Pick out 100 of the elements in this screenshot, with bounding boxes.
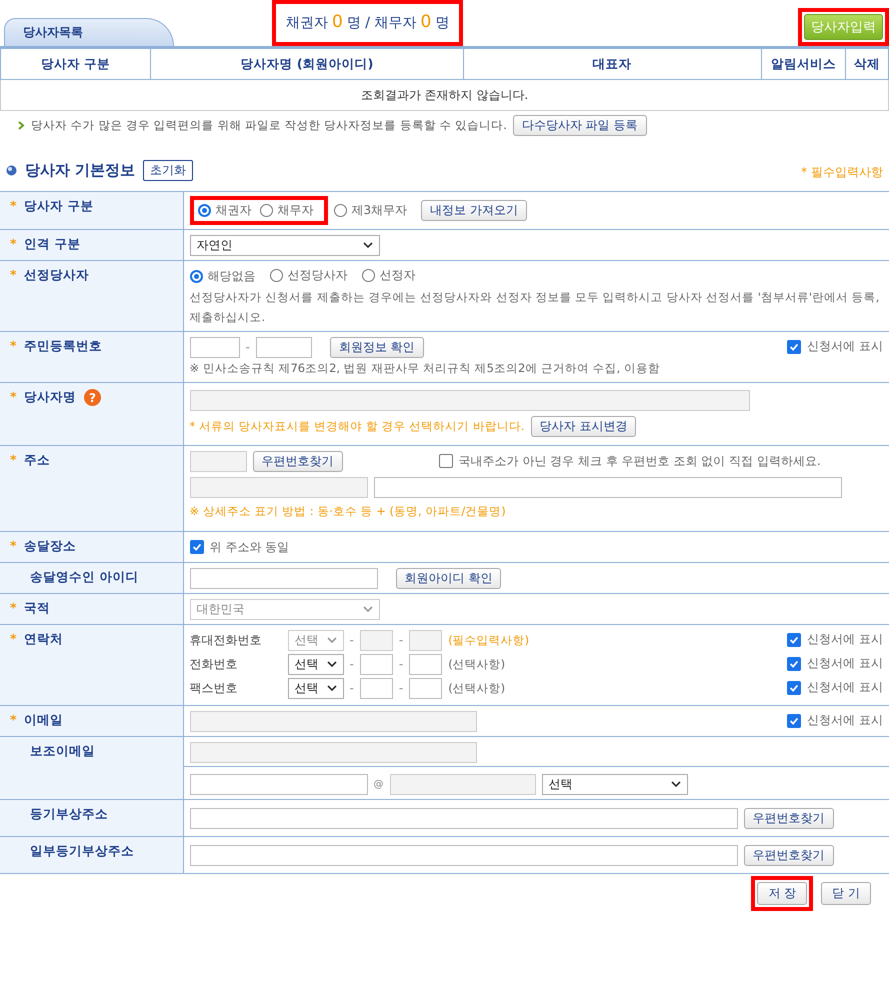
input-field[interactable]: [190, 336, 240, 358]
column-header: 대표자: [463, 49, 762, 80]
radio-button[interactable]: [198, 204, 210, 217]
input-field[interactable]: [409, 630, 442, 650]
chevron-down-icon: [326, 661, 336, 667]
action-button[interactable]: 우편번호찾기: [744, 808, 834, 828]
field-label: 팩스번호: [190, 680, 238, 696]
radio-option[interactable]: 선정자: [362, 267, 416, 284]
radio-option[interactable]: 제3채무자: [334, 202, 408, 218]
footer-button[interactable]: 저 장: [757, 882, 808, 905]
dropdown[interactable]: 선택: [288, 678, 344, 698]
dash: -: [246, 340, 250, 354]
radio-button[interactable]: [334, 204, 346, 216]
dropdown[interactable]: 선택: [288, 654, 344, 674]
field-label: 휴대전화번호: [190, 632, 262, 648]
checkbox[interactable]: [787, 680, 802, 695]
chevron-down-icon: [326, 637, 336, 643]
checkbox[interactable]: [787, 656, 802, 671]
dropdown[interactable]: 자연인: [190, 234, 380, 256]
dash: -: [350, 633, 354, 647]
input-field[interactable]: [190, 476, 368, 498]
required-mark: *: [10, 236, 16, 251]
dash: -: [350, 657, 354, 671]
radio-button[interactable]: [270, 269, 282, 282]
column-header: 당사자 구분: [0, 49, 150, 80]
radio-button[interactable]: [190, 270, 202, 282]
required-mark: *: [10, 631, 16, 646]
field-label: 주민등록번호: [24, 338, 102, 353]
checkbox[interactable]: [787, 340, 802, 354]
radio-option[interactable]: 채권자: [198, 202, 252, 219]
input-field[interactable]: [190, 844, 738, 866]
dash: -: [350, 681, 354, 695]
hint-text: (필수입력사항): [448, 632, 530, 649]
action-button[interactable]: 다수당사자 파일 등록: [512, 115, 647, 136]
field-label: 선정당사자: [24, 267, 89, 282]
chevron-down-icon: [362, 242, 372, 248]
checkbox-label[interactable]: 신청서에 표시: [787, 338, 883, 356]
radio-button[interactable]: [362, 269, 374, 282]
required-mark: *: [10, 600, 16, 615]
input-field[interactable]: [256, 336, 312, 358]
field-label: 보조이메일: [30, 743, 95, 758]
input-field[interactable]: [190, 774, 368, 794]
required-mark: *: [10, 338, 16, 353]
input-field[interactable]: [190, 710, 476, 732]
action-button[interactable]: 회원아이디 확인: [396, 568, 502, 588]
checkbox[interactable]: [190, 540, 204, 554]
radio-option[interactable]: 채무자: [260, 202, 314, 219]
input-field[interactable]: [190, 808, 738, 828]
dropdown[interactable]: 선택: [542, 774, 688, 794]
input-field[interactable]: [360, 630, 393, 650]
dash: -: [398, 681, 404, 695]
field-label: 전화번호: [190, 656, 238, 672]
dash: -: [398, 657, 404, 671]
required-mark: *: [10, 538, 16, 553]
input-field[interactable]: [390, 774, 536, 794]
input-field[interactable]: [190, 390, 750, 410]
radio-option[interactable]: 선정당사자: [270, 267, 348, 284]
field-label: 송달장소: [24, 538, 76, 553]
input-field[interactable]: [409, 654, 442, 674]
input-field[interactable]: [409, 678, 442, 698]
checkbox[interactable]: [438, 454, 452, 468]
required-mark: *: [10, 389, 16, 404]
input-field[interactable]: [190, 568, 378, 588]
required-mark: *: [10, 267, 16, 282]
info-note: ※ 민사소송규칙 제76조의2, 법원 재판사무 처리규칙 제5조의2에 근거하여 수집, 이용함: [190, 360, 661, 377]
warning-note: ※ 상세주소 표기 방법 : 동·호수 등 + (동명, 아파트/건물명): [190, 503, 507, 520]
action-button[interactable]: 우편번호찾기: [744, 844, 834, 866]
action-button[interactable]: 회원정보 확인: [330, 336, 424, 358]
column-header: 삭제: [846, 49, 888, 80]
action-button[interactable]: 내정보 가져오기: [421, 200, 527, 221]
input-field[interactable]: [360, 678, 393, 698]
checkbox-label[interactable]: 국내주소가 아닌 경우 체크 후 우편번호 조회 없이 직접 입력하세요.: [438, 452, 821, 470]
reset-button[interactable]: 초기화: [143, 160, 194, 181]
hint-text: (선택사항): [448, 680, 506, 697]
help-icon[interactable]: ?: [84, 389, 101, 406]
input-field[interactable]: [374, 476, 842, 498]
chevron-down-icon: [362, 606, 372, 612]
action-button[interactable]: 우편번호찾기: [252, 450, 342, 472]
field-label: 일부등기부상주소: [30, 843, 134, 858]
checkbox-label[interactable]: 신청서에 표시: [787, 679, 883, 696]
list-tab[interactable]: 당사자목록: [4, 18, 174, 46]
radio-button[interactable]: [260, 204, 272, 217]
dash: -: [398, 633, 404, 647]
action-button[interactable]: 당사자 표시변경: [530, 416, 636, 436]
radio-option[interactable]: 해당없음: [190, 268, 256, 284]
input-field[interactable]: [190, 450, 246, 472]
field-label: 등기부상주소: [30, 806, 108, 821]
chevron-right-icon: [18, 121, 25, 130]
input-field[interactable]: [190, 742, 476, 762]
input-field[interactable]: [360, 654, 393, 674]
footer-button[interactable]: 닫 기: [821, 882, 871, 905]
checkbox[interactable]: [787, 714, 802, 728]
required-note: * 필수입력사항: [801, 164, 883, 181]
party-counter: 채권자 0 명 / 채무자 0 명: [272, 0, 464, 46]
required-mark: *: [10, 452, 16, 467]
chevron-down-icon: [326, 685, 336, 691]
empty-message: 조회결과가 존재하지 않습니다.: [0, 80, 888, 110]
checkbox-label[interactable]: 위 주소와 동일: [190, 538, 290, 556]
checkbox-label[interactable]: 신청서에 표시: [787, 712, 883, 730]
checkbox-label[interactable]: 신청서에 표시: [787, 655, 883, 672]
